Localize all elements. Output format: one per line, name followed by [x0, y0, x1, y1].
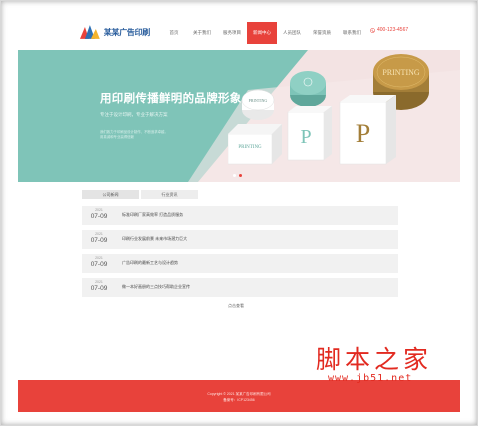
list-item[interactable]: 2021 07-09 广告印刷的最新工艺与设计趋势: [82, 254, 398, 273]
watermark-text: 脚本之家: [316, 345, 433, 374]
tin-small-label: PRINTING: [249, 98, 268, 103]
news-tabs: 公司新闻 行业资讯: [82, 190, 198, 199]
tin-gold-label: PRINTING: [382, 68, 420, 77]
news-list: 2021 07-09 标准印刷厂家高效率 打造品质服务 2021 07-09 印…: [82, 206, 398, 302]
hero-banner[interactable]: 用印刷传播鲜明的品牌形象 专注于设计印刷，专业于解决方案 我们致力于印刷品设计制…: [18, 50, 460, 182]
news-date: 2021 07-09: [87, 232, 111, 245]
news-title[interactable]: 广告印刷的最新工艺与设计趋势: [122, 260, 178, 266]
banner-description: 我们致力于印刷品设计制作、不断追求卓越，用真诚和专业赢得信赖: [100, 130, 168, 139]
phone-text: 400-123-4567: [377, 27, 409, 33]
news-date: 2021 07-09: [87, 208, 111, 221]
banner-dot-1[interactable]: [233, 174, 236, 177]
phone-icon: [370, 27, 375, 33]
main-nav: 首页 关于我们 服务项目 新闻中心 人员团队 荣誉资质 联系我们: [161, 22, 367, 44]
list-item[interactable]: 2021 07-09 标准印刷厂家高效率 打造品质服务: [82, 206, 398, 225]
more-link[interactable]: 点击查看: [228, 303, 244, 309]
news-month-day: 07-09: [90, 237, 108, 244]
nav-item-about[interactable]: 关于我们: [187, 22, 217, 44]
phone-number: 400-123-4567: [370, 27, 408, 33]
footer-copyright: Copyright © 2021 某某广告印刷有限公司: [207, 392, 271, 396]
news-month-day: 07-09: [90, 213, 108, 220]
nav-item-contact[interactable]: 联系我们: [337, 22, 367, 44]
banner-dot-2[interactable]: [239, 174, 242, 177]
footer-icp[interactable]: 备案号：ICP123456: [18, 398, 460, 403]
banner-pagination: [233, 174, 242, 177]
site-header: 某某广告印刷 首页 关于我们 服务项目 新闻中心 人员团队 荣誉资质 联系我们 …: [18, 14, 460, 50]
logo[interactable]: 某某广告印刷: [80, 23, 150, 41]
news-title[interactable]: 印刷行业发展前景 未来市场潜力巨大: [122, 236, 187, 242]
nav-item-honors[interactable]: 荣誉资质: [307, 22, 337, 44]
news-month-day: 07-09: [90, 285, 108, 292]
news-month-day: 07-09: [90, 261, 108, 268]
tab-industry-news[interactable]: 行业资讯: [141, 190, 198, 199]
site-footer: Copyright © 2021 某某广告印刷有限公司 备案号：ICP12345…: [18, 380, 460, 412]
nav-item-services[interactable]: 服务项目: [217, 22, 247, 44]
box-tall-label: P: [356, 119, 370, 148]
tab-company-news[interactable]: 公司新闻: [82, 190, 139, 199]
news-date: 2021 07-09: [87, 256, 111, 269]
logo-icon: [80, 25, 100, 39]
nav-item-news[interactable]: 新闻中心: [247, 22, 277, 44]
box-front-label: PRINTING: [238, 145, 262, 150]
logo-text: 某某广告印刷: [103, 27, 151, 37]
banner-title: 用印刷传播鲜明的品牌形象: [100, 93, 242, 105]
news-title[interactable]: 做一本好画册的三点技巧帮助企业宣传: [122, 284, 190, 290]
news-title[interactable]: 标准印刷厂家高效率 打造品质服务: [122, 212, 183, 218]
nav-item-team[interactable]: 人员团队: [277, 22, 307, 44]
list-item[interactable]: 2021 07-09 做一本好画册的三点技巧帮助企业宣传: [82, 278, 398, 297]
box-medium-label: P: [300, 126, 311, 148]
banner-subtitle: 专注于设计印刷，专业于解决方案: [100, 112, 168, 117]
watermark-url: www.jb51.net: [328, 373, 413, 384]
banner-product-image: PRINTING PRINTING PRINTING P P: [228, 54, 429, 165]
news-date: 2021 07-09: [87, 280, 111, 293]
nav-item-home[interactable]: 首页: [161, 22, 187, 44]
list-item[interactable]: 2021 07-09 印刷行业发展前景 未来市场潜力巨大: [82, 230, 398, 249]
